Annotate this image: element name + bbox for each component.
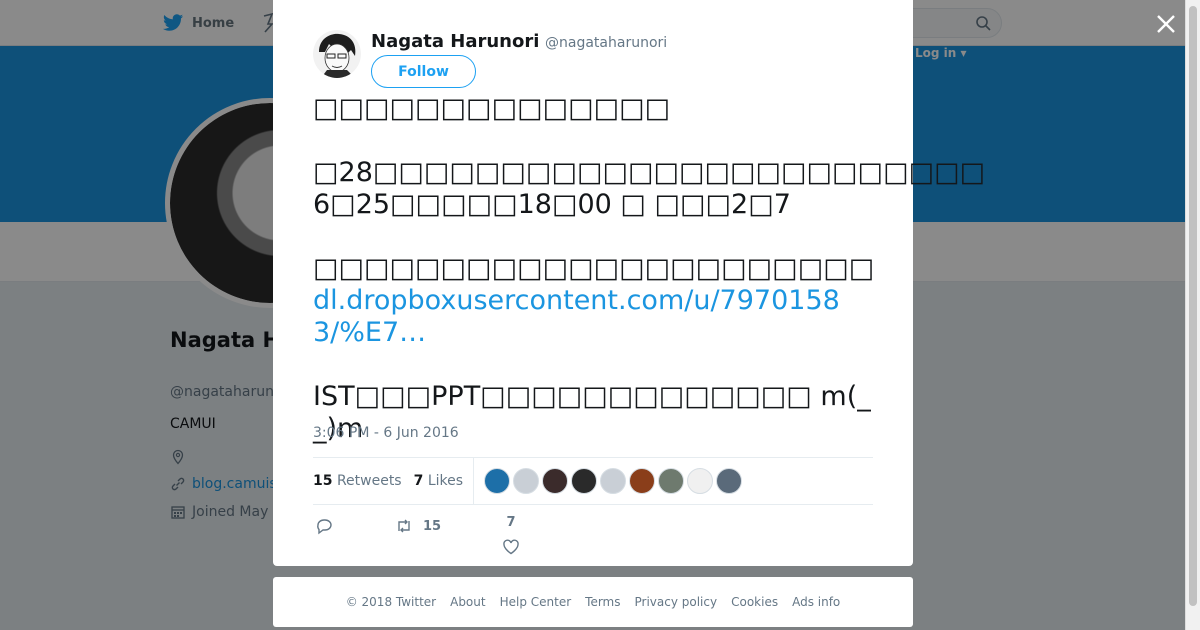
scrollbar-thumb[interactable] — [1189, 6, 1197, 606]
retweets-label: Retweets — [336, 473, 402, 489]
retweet-button[interactable]: 15 — [395, 517, 441, 535]
liker-avatar[interactable] — [687, 468, 714, 494]
tweet-text: □□□□□□□□□□□□□□ □28□□□□□□□□□□□□□□□□□□□□□□… — [313, 93, 986, 445]
tweet-stats: 15 Retweets 7 Likes — [313, 457, 873, 505]
heart-icon — [503, 539, 519, 555]
retweet-action-count: 15 — [423, 518, 442, 534]
liker-avatar[interactable] — [658, 468, 685, 494]
like-action-count: 7 — [506, 515, 516, 530]
tweet-actions: 15 7 — [313, 515, 873, 560]
tweet-modal: Nagata Harunori @nagataharunori Follow □… — [273, 0, 986, 566]
tweet-link[interactable]: dl.dropboxusercontent.com/u/79701583/%E7… — [313, 285, 883, 349]
liker-avatar[interactable] — [484, 468, 511, 494]
retweets-stat[interactable]: 15 Retweets — [313, 473, 402, 489]
close-button[interactable] — [1152, 10, 1180, 38]
footer-link[interactable]: Privacy policy — [635, 595, 718, 609]
liker-avatar[interactable] — [716, 468, 743, 494]
likes-stat[interactable]: 7 Likes — [414, 473, 463, 489]
tweet-text-line: □□□□□□□□□□□□□□□□□□□□□□ — [313, 253, 875, 284]
tweet-text-line: □□□□□□□□□□□□□□ — [313, 93, 671, 124]
liker-avatar[interactable] — [513, 468, 540, 494]
reply-button[interactable] — [315, 517, 333, 535]
footer-link[interactable]: Help Center — [500, 595, 572, 609]
page-scrollbar[interactable] — [1185, 0, 1200, 630]
tweet-timestamp[interactable]: 3:06 PM - 6 Jun 2016 — [313, 425, 459, 441]
footer-copyright: © 2018 Twitter — [345, 595, 437, 609]
tweet-author-avatar[interactable] — [313, 30, 361, 78]
retweet-icon — [398, 519, 410, 533]
close-icon — [1157, 15, 1175, 33]
likes-count: 7 — [413, 473, 424, 489]
stats-divider — [473, 457, 475, 505]
footer-link[interactable]: Ads info — [792, 595, 840, 609]
liker-avatar[interactable] — [600, 468, 627, 494]
tweet-text-line: 6□25□□□□□18□00 □ □□□2□7 — [313, 189, 791, 220]
footer-links: © 2018 Twitter About Help Center Terms Priva… — [273, 577, 913, 627]
tweet-author-handle[interactable]: @nagataharunori — [545, 35, 667, 51]
author-avatar-image — [313, 30, 361, 78]
liker-avatar[interactable] — [629, 468, 656, 494]
footer-link[interactable]: Terms — [585, 595, 620, 609]
follow-button[interactable]: Follow — [371, 55, 476, 88]
liker-avatar[interactable] — [542, 468, 569, 494]
retweets-count: 15 — [313, 473, 333, 489]
tweet-text-line: □28□□□□□□□□□□□□□□□□□□□□□□□□ — [313, 157, 986, 188]
footer-link[interactable]: About — [450, 595, 485, 609]
like-button[interactable]: 7 — [502, 515, 520, 556]
tweet-author-name[interactable]: Nagata Harunori — [371, 31, 539, 52]
liker-avatar[interactable] — [571, 468, 598, 494]
reply-icon — [317, 519, 332, 535]
footer-link[interactable]: Cookies — [731, 595, 778, 609]
liker-avatars — [484, 468, 743, 494]
likes-label: Likes — [427, 473, 464, 489]
